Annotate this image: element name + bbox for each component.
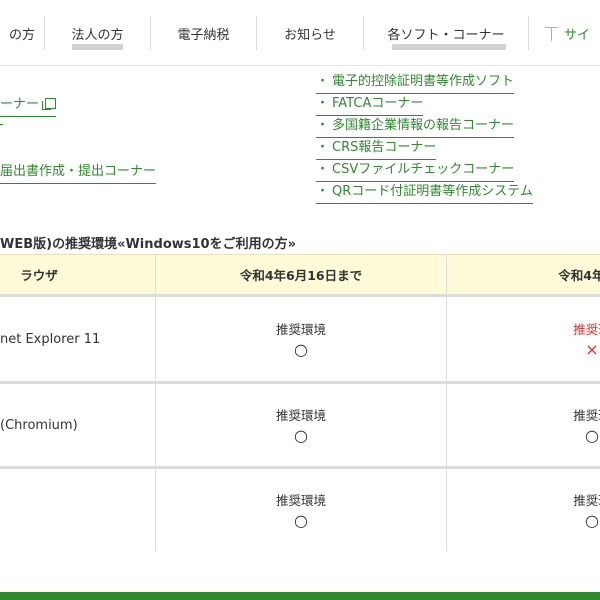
status-label: 推奨環境 bbox=[275, 322, 326, 337]
link-csv-check[interactable]: ・ CSVファイルチェックコーナー bbox=[316, 162, 515, 182]
nav-divider bbox=[528, 16, 529, 50]
nav-active-indicator bbox=[392, 44, 506, 50]
link-truncated[interactable] bbox=[0, 121, 3, 125]
status-cell: 推奨環境 ○ bbox=[156, 384, 446, 466]
bullet: ・ bbox=[316, 118, 330, 133]
link-multinational-report[interactable]: ・多国籍企業情報の報告コーナー bbox=[316, 118, 515, 138]
bullet: ・ bbox=[316, 74, 330, 89]
column-divider bbox=[155, 254, 156, 551]
link-label: CSVファイルチェックコーナー bbox=[332, 162, 515, 177]
browser-name bbox=[0, 469, 155, 551]
nav-active-indicator bbox=[72, 44, 123, 50]
link-qr-cert-system[interactable]: ・ QRコード付証明書等作成システム bbox=[316, 184, 533, 204]
link-electronic-deduction-cert[interactable]: ・電子的控除証明書等作成ソフト bbox=[316, 74, 515, 94]
link-label: 届出書作成・提出コーナー bbox=[0, 164, 157, 179]
status-cell: 推奨環 ○ bbox=[447, 384, 600, 466]
status-label: 推奨環境 bbox=[275, 493, 326, 508]
status-cell: 推奨環境 ○ bbox=[156, 297, 446, 381]
footer-accent-bar bbox=[0, 592, 600, 600]
nav-item-individual[interactable]: の方 bbox=[0, 0, 44, 66]
nav-item-e-tax-payment[interactable]: 電子納税 bbox=[151, 0, 256, 66]
bullet: ・ bbox=[316, 184, 330, 199]
circle-mark: ○ bbox=[294, 340, 308, 359]
cross-mark: × bbox=[585, 340, 599, 359]
bullet: ・ bbox=[316, 140, 330, 155]
tree-icon: ⏉ bbox=[545, 27, 559, 43]
nav-item-software-corner[interactable]: 各ソフト・コーナー bbox=[364, 0, 528, 66]
external-window-icon bbox=[42, 98, 57, 110]
table-header-row: ラウザ 令和4年6月16日まで 令和4年6月 bbox=[0, 254, 600, 294]
nav-item-corporate[interactable]: 法人の方 bbox=[45, 0, 150, 66]
status-label: 推奨環 bbox=[573, 493, 600, 508]
status-label: 推奨環境 bbox=[275, 408, 326, 423]
browser-name: net Explorer 11 bbox=[0, 331, 101, 347]
link-notification-filing-corner[interactable]: 届出書作成・提出コーナー bbox=[0, 164, 157, 184]
nav-item-sitemap-label: サイ bbox=[564, 27, 591, 43]
table-row: (Chromium) 推奨環境 ○ 推奨環 ○ bbox=[0, 384, 600, 466]
browser-name: (Chromium) bbox=[0, 417, 78, 433]
nav-item-sitemap[interactable]: ⏉ サイ bbox=[545, 0, 600, 66]
circle-mark: ○ bbox=[585, 426, 599, 445]
link-fatca[interactable]: ・ FATCAコーナー bbox=[316, 96, 424, 116]
table-row: net Explorer 11 推奨環境 ○ 推奨環 × bbox=[0, 297, 600, 381]
link-label: 多国籍企業情報の報告コーナー bbox=[332, 118, 515, 133]
link-label: CRS報告コーナー bbox=[332, 140, 437, 155]
global-nav: の方 法人の方 電子納税 お知らせ 各ソフト・コーナー ⏉ サイ bbox=[0, 0, 600, 66]
link-crs[interactable]: ・ CRS報告コーナー bbox=[316, 140, 437, 160]
status-label: 推奨環 bbox=[573, 408, 600, 423]
header-from-jun17: 令和4年6月 bbox=[558, 268, 600, 283]
link-label: 電子的控除証明書等作成ソフト bbox=[332, 74, 515, 89]
circle-mark: ○ bbox=[294, 511, 308, 530]
status-cell: 推奨環境 ○ bbox=[156, 469, 446, 551]
status-cell: 推奨環 × bbox=[447, 297, 600, 381]
bullet: ・ bbox=[316, 162, 330, 177]
circle-mark: ○ bbox=[585, 511, 599, 530]
table-row: 推奨環境 ○ 推奨環 ○ bbox=[0, 469, 600, 551]
header-until-jun16: 令和4年6月16日まで bbox=[239, 268, 363, 283]
nav-item-news[interactable]: お知らせ bbox=[257, 0, 363, 66]
link-label: FATCAコーナー bbox=[332, 96, 424, 111]
circle-mark: ○ bbox=[294, 426, 308, 445]
status-cell: 推奨環 ○ bbox=[447, 469, 600, 551]
link-corner-external[interactable]: ーナー bbox=[0, 97, 57, 117]
status-label: 推奨環 bbox=[573, 322, 600, 337]
column-divider bbox=[446, 254, 447, 551]
header-browser: ラウザ bbox=[20, 268, 58, 283]
recommended-env-title: WEB版)の推奨環境«Windows10をご利用の方» bbox=[0, 237, 296, 252]
link-label: ーナー bbox=[0, 97, 40, 112]
link-label: QRコード付証明書等作成システム bbox=[332, 184, 533, 199]
bullet: ・ bbox=[316, 96, 330, 111]
